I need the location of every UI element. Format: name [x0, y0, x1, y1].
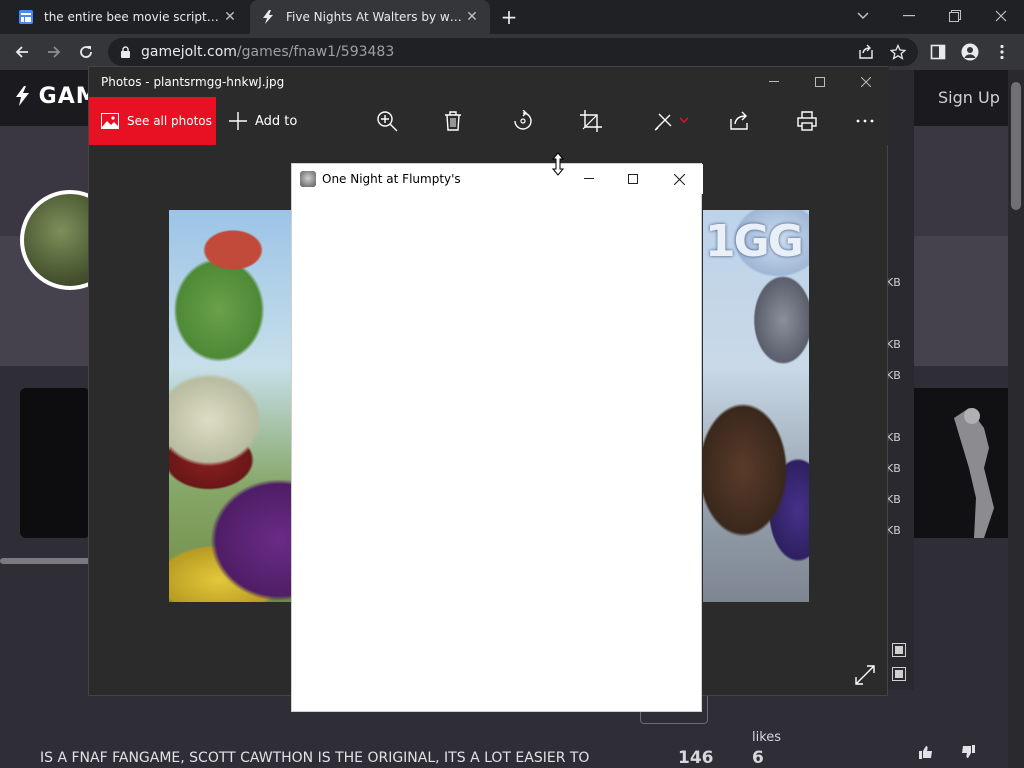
close-window-icon[interactable]: [978, 0, 1024, 32]
page-scrollbar[interactable]: [1008, 70, 1024, 768]
side-panel-icon[interactable]: [928, 42, 948, 62]
minimize-icon[interactable]: [886, 0, 932, 32]
gamejolt-icon: [260, 9, 276, 25]
tab-bee-movie[interactable]: the entire bee movie script - For ✕: [8, 0, 248, 34]
likes-count: 6: [752, 748, 764, 768]
game-thumbnail-left[interactable]: [20, 388, 90, 538]
maximize-icon[interactable]: [622, 168, 644, 190]
flumpty-app-icon: [300, 171, 316, 187]
reload-icon[interactable]: [74, 40, 98, 64]
photo-left-portion: [169, 210, 293, 602]
photo-right-portion: 1GG: [703, 210, 809, 602]
edit-draw-icon[interactable]: [651, 109, 691, 133]
lock-icon: [120, 45, 131, 59]
tab-search-icon[interactable]: [840, 0, 886, 32]
file-size-label: KB: [886, 276, 901, 289]
fullscreen-expand-icon[interactable]: [853, 663, 877, 687]
profile-icon[interactable]: [960, 42, 980, 62]
see-all-photos-button[interactable]: See all photos: [89, 97, 216, 145]
tab-close-icon[interactable]: ✕: [464, 9, 480, 25]
scrollbar-thumb[interactable]: [1011, 82, 1021, 210]
flumpty-titlebar[interactable]: One Night at Flumpty's: [292, 164, 703, 194]
flumpty-window: One Night at Flumpty's: [291, 163, 703, 712]
docs-icon: [18, 9, 34, 25]
photo-logo-text: 1GG: [705, 216, 804, 267]
tab-five-nights-at-walters[interactable]: Five Nights At Walters by william ✕: [250, 0, 490, 34]
url-path: /games/fnaw1/593483: [236, 44, 395, 60]
print-icon[interactable]: [795, 109, 819, 133]
share-icon[interactable]: [856, 42, 876, 62]
thumbs-down-icon[interactable]: [960, 744, 976, 760]
delete-icon[interactable]: [441, 109, 465, 133]
file-size-label: KB: [886, 524, 901, 537]
follower-count: 146: [678, 748, 714, 768]
photos-toolbar: See all photos Add to: [89, 97, 889, 145]
crop-icon[interactable]: [579, 109, 603, 133]
sign-up-link[interactable]: Sign Up: [938, 88, 1000, 107]
game-description: IS A FNAF FANGAME, SCOTT CAWTHON IS THE …: [40, 750, 590, 766]
gamejolt-logo[interactable]: GAM: [14, 84, 99, 109]
minimize-icon[interactable]: [578, 168, 600, 190]
add-to-button[interactable]: Add to: [229, 97, 297, 145]
plus-icon: [229, 112, 247, 130]
file-size-label: KB: [886, 493, 901, 506]
url-host: gamejolt.com: [141, 44, 237, 60]
tab-close-icon[interactable]: ✕: [222, 9, 238, 25]
horizontal-scrollbar[interactable]: [0, 558, 90, 564]
file-size-label: KB: [886, 369, 901, 382]
file-size-label: KB: [886, 431, 901, 444]
tab-title: Five Nights At Walters by william: [286, 10, 464, 24]
flumpty-title: One Night at Flumpty's: [322, 172, 461, 186]
bookmark-star-icon[interactable]: [888, 42, 908, 62]
minimize-icon[interactable]: [763, 71, 785, 93]
photos-title: Photos - plantsrmgg-hnkwJ.jpg: [101, 75, 285, 89]
tab-title: the entire bee movie script - For: [44, 10, 222, 24]
more-options-icon[interactable]: [853, 109, 877, 133]
animatronic-image: [954, 408, 994, 538]
address-bar[interactable]: gamejolt.com/games/fnaw1/593483: [108, 38, 918, 66]
close-icon[interactable]: [855, 71, 877, 93]
thumbs-up-icon[interactable]: [918, 744, 934, 760]
filmstrip-toggle-icon[interactable]: [892, 667, 906, 681]
likes-label: likes: [752, 730, 782, 745]
share-icon[interactable]: [727, 109, 751, 133]
photos-titlebar[interactable]: Photos - plantsrmgg-hnkwJ.jpg: [89, 67, 889, 97]
file-size-label: KB: [886, 462, 901, 475]
resize-cursor-icon: [551, 152, 565, 176]
forward-arrow-icon[interactable]: [42, 40, 66, 64]
browser-tabstrip: the entire bee movie script - For ✕ Five…: [0, 0, 1024, 34]
game-thumbnail-right[interactable]: [914, 388, 1010, 538]
zoom-in-icon[interactable]: [375, 109, 399, 133]
file-size-label: KB: [886, 338, 901, 351]
new-tab-button[interactable]: +: [498, 6, 520, 28]
rotate-icon[interactable]: [511, 109, 535, 133]
close-icon[interactable]: [668, 168, 690, 190]
see-all-label: See all photos: [127, 114, 212, 128]
add-to-label: Add to: [255, 113, 298, 129]
browser-toolbar: gamejolt.com/games/fnaw1/593483: [0, 34, 1024, 70]
maximize-icon[interactable]: [809, 71, 831, 93]
back-arrow-icon[interactable]: [10, 40, 34, 64]
filmstrip-toggle-icon[interactable]: [892, 643, 906, 657]
image-icon: [101, 113, 119, 129]
bolt-icon: [16, 86, 29, 106]
menu-kebab-icon[interactable]: [992, 42, 1012, 62]
restore-icon[interactable]: [932, 0, 978, 32]
